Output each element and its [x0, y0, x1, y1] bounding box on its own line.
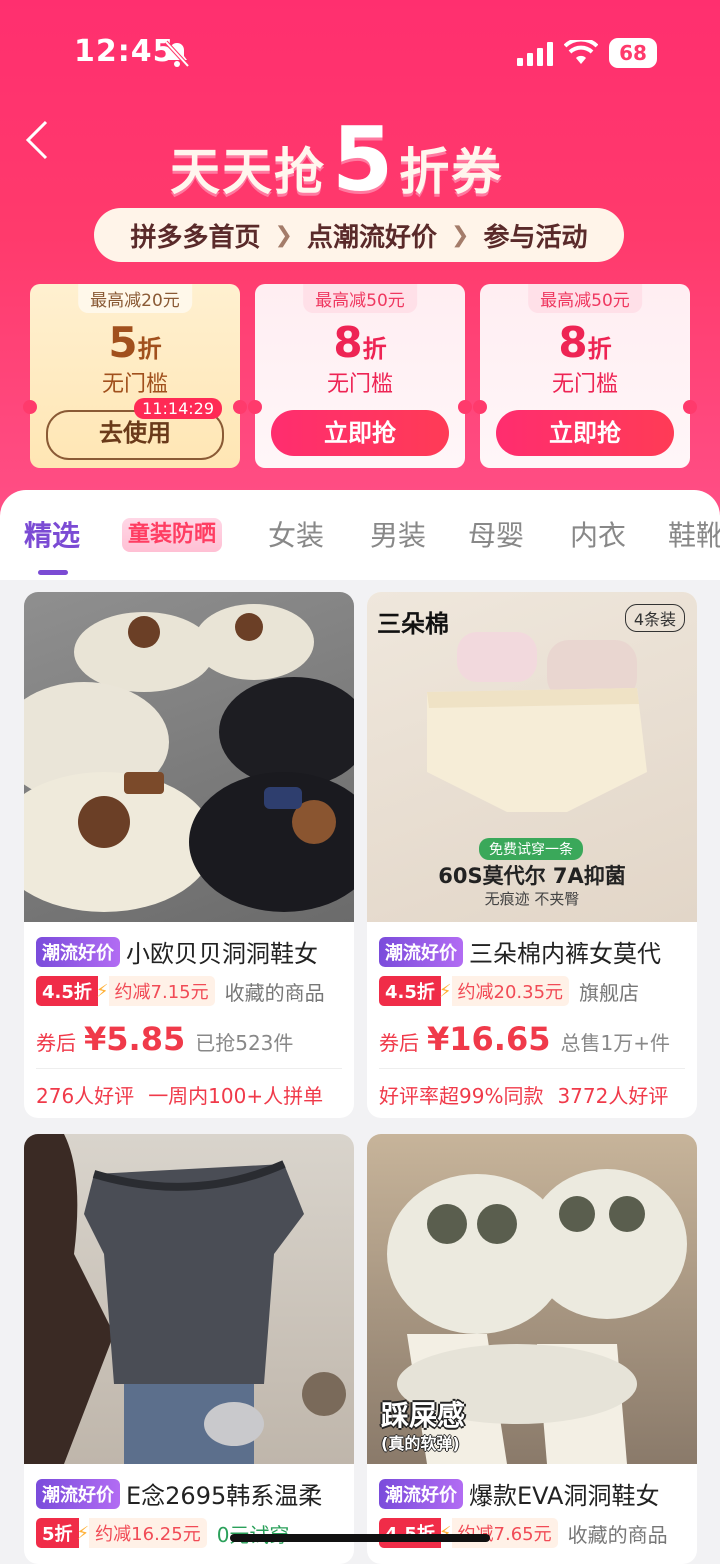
promo-overlay-subtext: (真的软弹)	[381, 1434, 460, 1453]
activity-steps: 拼多多首页 ❯ 点潮流好价 ❯ 参与活动	[94, 208, 624, 262]
coupon-notch	[458, 400, 472, 414]
coupon-condition: 无门槛	[551, 372, 618, 397]
lightning-icon: ⚡	[438, 980, 452, 1002]
feature-headline: 60S莫代尔 7A抑菌	[438, 864, 626, 888]
tab-selected[interactable]: 精选	[24, 514, 80, 554]
coupon-notch	[23, 400, 37, 414]
after-coupon-label: 券后	[379, 1031, 419, 1055]
grab-coupon-button[interactable]: 立即抢	[271, 410, 449, 456]
sold-count: 已抢523件	[195, 1031, 294, 1055]
product-image[interactable]: 三朵棉 4条装 免费试穿一条 60S莫代尔 7A抑菌 无痕迹 不夹臀	[367, 592, 697, 922]
coupon-condition: 无门槛	[101, 372, 168, 397]
coupon-notch	[473, 400, 487, 414]
chevron-right-icon: ❯	[451, 222, 470, 248]
product-card[interactable]: 踩屎感 (真的软弹) 潮流好价爆款EVA洞洞鞋女 4.5折⚡约减7.65元收藏的…	[367, 1134, 697, 1564]
clog-shoes-illustration	[24, 604, 354, 912]
lightning-icon: ⚡	[76, 1522, 90, 1544]
offshoulder-top-illustration	[24, 1134, 346, 1464]
tab-baby[interactable]: 母婴	[468, 514, 524, 554]
home-indicator[interactable]	[230, 1534, 490, 1542]
tab-women[interactable]: 女装	[268, 514, 324, 554]
coupon-discount: 5折	[108, 318, 162, 367]
trend-tag: 潮流好价	[36, 936, 120, 967]
product-image[interactable]	[24, 592, 354, 922]
free-trial-label: 0元试穿	[217, 1519, 290, 1548]
product-meta: 旗舰店	[579, 980, 640, 1005]
divider	[36, 1068, 342, 1069]
title-part-3: 折券	[399, 143, 504, 201]
product-card[interactable]: 潮流好价 小欧贝贝洞洞鞋女 4.5折 ⚡ 约减7.15元 收藏的商品 券后 ¥5.85 已抢…	[24, 592, 354, 1118]
product-title: E念2695韩系温柔	[126, 1482, 323, 1510]
rating-info: 好评率超99%同款	[379, 1084, 544, 1108]
coupon-cap: 最高减50元	[528, 284, 642, 313]
saving-label: 约减16.25元	[89, 1518, 207, 1548]
discount-badge: 4.5折	[36, 976, 98, 1006]
clock: 12:45	[74, 34, 175, 69]
review-count: 3772人好评	[557, 1084, 669, 1108]
coupon-cap: 最高减50元	[303, 284, 417, 313]
coupon-discount: 8折	[558, 318, 612, 367]
page-title: 天天抢 5 折券	[170, 104, 503, 204]
trend-tag: 潮流好价	[379, 1478, 463, 1509]
discount-badge: 4.5折	[379, 1518, 441, 1548]
tab-shoes[interactable]: 鞋靴	[668, 514, 720, 554]
back-chevron-icon[interactable]	[22, 118, 62, 162]
grab-coupon-button[interactable]: 立即抢	[496, 410, 674, 456]
coupon-condition: 无门槛	[326, 372, 393, 397]
sold-count: 总售1万+件	[560, 1031, 670, 1055]
tab-underwear[interactable]: 内衣	[570, 514, 626, 554]
chevron-right-icon: ❯	[274, 222, 293, 248]
product-title: 小欧贝贝洞洞鞋女	[126, 940, 318, 968]
tab-men[interactable]: 男装	[370, 514, 426, 554]
active-tab-indicator	[38, 570, 68, 575]
battery-indicator: 68	[609, 38, 657, 68]
review-count: 276人好评	[36, 1084, 135, 1108]
coupon-notch	[683, 400, 697, 414]
product-price: ¥16.65	[427, 1020, 551, 1058]
step-1: 拼多多首页	[130, 222, 261, 253]
product-title: 爆款EVA洞洞鞋女	[469, 1482, 660, 1510]
product-image[interactable]: 踩屎感 (真的软弹)	[367, 1134, 697, 1464]
product-card[interactable]: 三朵棉 4条装 免费试穿一条 60S莫代尔 7A抑菌 无痕迹 不夹臀 潮流好价三…	[367, 592, 697, 1118]
group-buy-info: 一周内100+人拼单	[148, 1084, 324, 1108]
promo-overlay-text: 踩屎感	[381, 1399, 466, 1432]
product-meta: 收藏的商品	[224, 980, 325, 1005]
trend-tag: 潮流好价	[36, 1478, 120, 1509]
muted-bell-icon	[164, 40, 190, 68]
coupon-notch	[233, 400, 247, 414]
product-price: ¥5.85	[84, 1020, 186, 1058]
product-card[interactable]: 潮流好价E念2695韩系温柔 5折⚡约减16.25元 0元试穿	[24, 1134, 354, 1564]
countdown-timer: 11:14:29	[134, 398, 222, 419]
title-part-2: 5	[332, 108, 394, 211]
coupon-card: 最高减20元 5折 无门槛 去使用 11:14:29	[23, 284, 247, 468]
coupon-card: 最高减50元 8折 无门槛 立即抢	[248, 284, 472, 468]
saving-label: 约减7.15元	[108, 976, 215, 1006]
coupon-card: 最高减50元 8折 无门槛 立即抢	[473, 284, 697, 468]
discount-badge: 5折	[36, 1518, 79, 1548]
status-bar: 12:45 68	[0, 0, 720, 100]
wifi-icon	[564, 40, 598, 64]
coupon-notch	[248, 400, 262, 414]
product-meta: 收藏的商品	[567, 1522, 668, 1547]
free-trial-badge: 免费试穿一条	[479, 838, 583, 860]
step-2: 点潮流好价	[306, 222, 437, 253]
product-title: 三朵棉内裤女莫代	[469, 940, 661, 968]
discount-badge: 4.5折	[379, 976, 441, 1006]
divider	[379, 1068, 685, 1069]
after-coupon-label: 券后	[36, 1031, 76, 1055]
step-3: 参与活动	[483, 222, 588, 253]
product-image[interactable]	[24, 1134, 354, 1464]
category-tabs: 精选 童装防晒 女装 男装 母婴 内衣 鞋靴	[0, 490, 720, 580]
lightning-icon: ⚡	[95, 980, 109, 1002]
coupon-discount: 8折	[333, 318, 387, 367]
title-part-1: 天天抢	[170, 143, 326, 201]
saving-label: 约减7.65元	[451, 1518, 558, 1548]
coupon-cap: 最高减20元	[78, 284, 192, 313]
trend-tag: 潮流好价	[379, 936, 463, 967]
signal-icon	[517, 42, 553, 66]
tab-kids-sun[interactable]: 童装防晒	[122, 518, 223, 552]
saving-label: 约减20.35元	[451, 976, 570, 1006]
feature-subline: 无痕迹 不夹臀	[484, 890, 580, 908]
